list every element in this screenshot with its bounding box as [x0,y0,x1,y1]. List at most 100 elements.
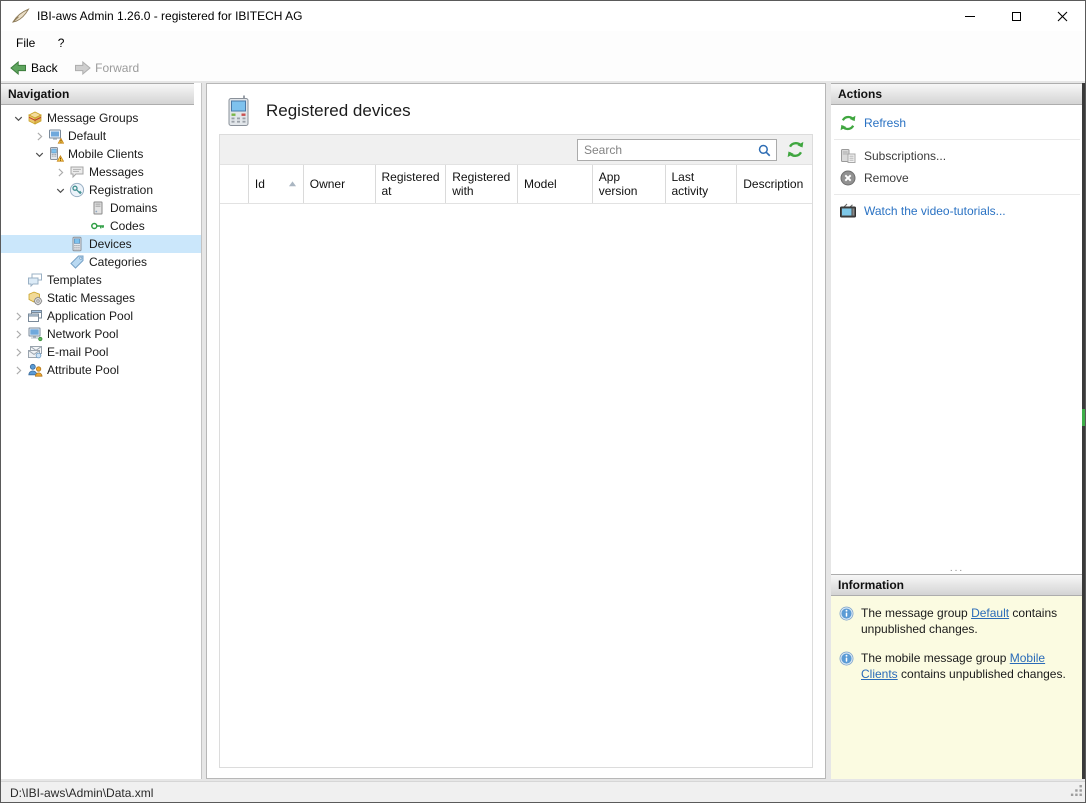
tree-item-default[interactable]: Default [1,127,201,145]
table-refresh-button[interactable] [786,140,805,159]
email-pool-icon [27,344,43,360]
messages-icon [69,164,85,180]
tree-item-label: Default [68,129,107,143]
tree-item-codes[interactable]: Codes [1,217,201,235]
column-header-label: Registered at [381,170,440,198]
tree-item-domains[interactable]: Domains [1,199,201,217]
table-header-row: Id Owner Registered at Registered with Model… [220,165,812,204]
remove-icon [839,169,857,187]
chevron-collapsed-icon[interactable] [9,326,27,342]
information-notice: The mobile message group Mobile Clients … [839,650,1075,682]
actions-panel-header: Actions [831,83,1083,105]
action-label: Remove [864,171,909,185]
notice-link-default[interactable]: Default [971,606,1009,620]
devices-table: Id Owner Registered at Registered with Model… [219,134,813,768]
navigation-panel: Navigation Message Groups Default Mobile C… [1,83,202,779]
column-header-label: Description [743,177,804,191]
column-header-description[interactable]: Description [737,165,812,203]
tree-item-attribute-pool[interactable]: Attribute Pool [1,361,201,379]
tree-item-label: E-mail Pool [47,345,109,359]
column-header-selector[interactable] [220,165,249,203]
navigation-tree: Message Groups Default Mobile Clients Messa… [1,105,201,379]
forward-button[interactable]: Forward [68,55,145,81]
status-bar: D:\IBI-aws\Admin\Data.xml [1,781,1085,802]
action-refresh[interactable]: Refresh [831,112,1083,134]
tree-item-label: Messages [89,165,144,179]
panel-splitter[interactable]: ... [831,564,1083,574]
column-header-app-version[interactable]: App version [593,165,666,203]
tree-item-label: Templates [47,273,102,287]
notice-link-mobile-clients[interactable]: Mobile Clients [861,651,1045,681]
resize-grip[interactable] [1070,784,1083,802]
column-header-registered-at[interactable]: Registered at [376,165,447,203]
column-header-registered-with[interactable]: Registered with [446,165,519,203]
back-button[interactable]: Back [4,55,64,81]
minimize-button[interactable] [947,1,993,31]
registration-icon [69,182,85,198]
tree-item-devices[interactable]: Devices [1,235,201,253]
table-toolbar [220,135,812,165]
search-input[interactable] [584,140,749,160]
application-pool-icon [27,308,43,324]
actions-divider [834,194,1080,195]
column-header-owner[interactable]: Owner [304,165,376,203]
menu-file[interactable]: File [7,31,44,55]
tree-item-label: Categories [89,255,148,269]
column-header-id[interactable]: Id [249,165,304,203]
minimize-icon [965,15,975,17]
chevron-expanded-icon[interactable] [9,110,27,126]
action-label: Subscriptions... [864,149,947,163]
main-panel: Registered devices Id Owner Registered at R… [206,83,826,779]
action-subscriptions[interactable]: Subscriptions... [831,145,1083,167]
tree-item-label: Application Pool [47,309,134,323]
actions-list: Refresh Subscriptions... Remove Watch the v… [831,105,1083,222]
tree-item-static-messages[interactable]: Static Messages [1,289,201,307]
chevron-collapsed-icon[interactable] [30,128,48,144]
chevron-collapsed-icon[interactable] [9,362,27,378]
tree-item-label: Registration [89,183,154,197]
tree-item-categories[interactable]: Categories [1,253,201,271]
column-header-label: Model [524,177,557,191]
refresh-icon [839,114,857,132]
menu-help[interactable]: ? [49,31,74,55]
window-title: IBI-aws Admin 1.26.0 - registered for IB… [37,9,303,23]
column-header-last-activity[interactable]: Last activity [666,165,738,203]
column-header-model[interactable]: Model [518,165,593,203]
attribute-pool-icon [27,362,43,378]
navigation-toolbar: Back Forward [1,55,1085,81]
categories-icon [69,254,85,270]
chevron-collapsed-icon[interactable] [51,164,69,180]
search-icon[interactable] [757,143,772,158]
tree-item-templates[interactable]: Templates [1,271,201,289]
information-body: The message group Default contains unpub… [831,596,1083,682]
maximize-button[interactable] [993,1,1039,31]
back-label: Back [31,61,58,75]
tv-icon [839,202,857,220]
tree-item-application-pool[interactable]: Application Pool [1,307,201,325]
information-notice: The message group Default contains unpub… [839,605,1075,637]
chevron-collapsed-icon[interactable] [9,344,27,360]
close-button[interactable] [1039,1,1085,31]
tree-item-registration[interactable]: Registration [1,181,201,199]
action-remove[interactable]: Remove [831,167,1083,189]
chevron-expanded-icon[interactable] [51,182,69,198]
navigation-panel-header: Navigation [1,83,194,105]
tree-item-message-groups[interactable]: Message Groups [1,109,201,127]
chevron-collapsed-icon[interactable] [9,308,27,324]
tree-item-messages[interactable]: Messages [1,163,201,181]
templates-icon [27,272,43,288]
column-header-label: App version [598,170,638,198]
tree-item-e-mail-pool[interactable]: E-mail Pool [1,343,201,361]
codes-icon [90,218,106,234]
tree-item-label: Message Groups [47,111,139,125]
column-header-label: Last activity [671,170,709,198]
tree-item-network-pool[interactable]: Network Pool [1,325,201,343]
action-watch-the-video-tutorials[interactable]: Watch the video-tutorials... [831,200,1083,222]
information-panel: Information The message group Default co… [831,574,1083,779]
chevron-expanded-icon[interactable] [30,146,48,162]
tree-item-mobile-clients[interactable]: Mobile Clients [1,145,201,163]
notice-text: The mobile message group Mobile Clients … [861,651,1066,681]
sort-ascending-icon [288,180,299,188]
forward-arrow-icon [75,61,91,75]
